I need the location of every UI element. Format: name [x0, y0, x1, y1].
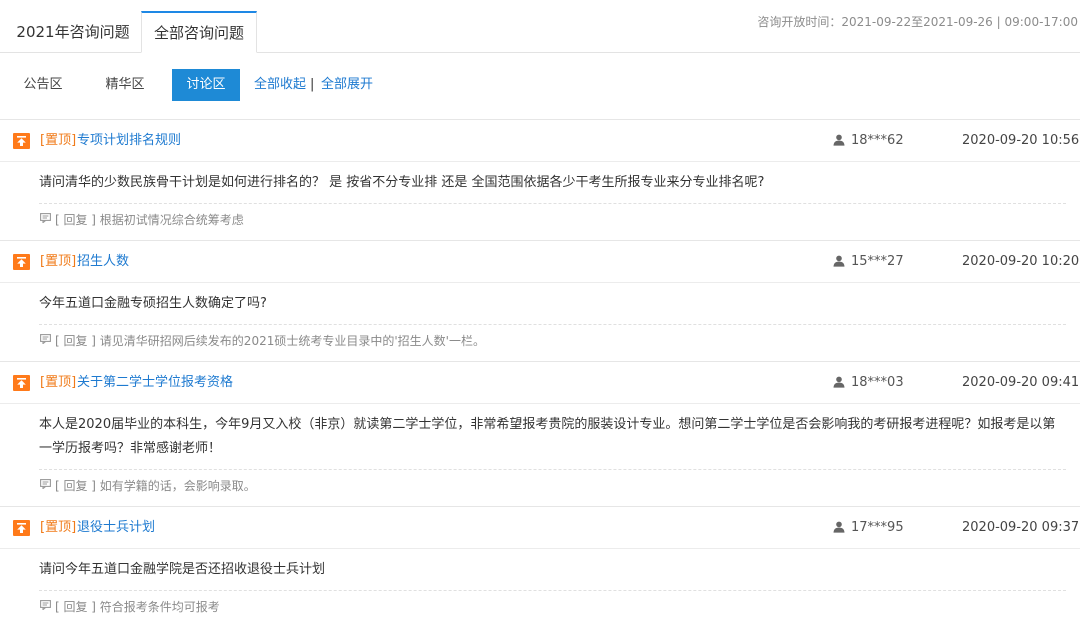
question-text: 请问清华的少数民族骨干计划是如何进行排名的？ 是 按省不分专业排 还是 全国范围…	[39, 162, 1066, 204]
reply-row: [ 回复 ] 请见清华研招网后续发布的2021硕士统考专业目录中的'招生人数'一…	[40, 325, 1080, 361]
pinned-tag: [置顶]	[40, 254, 77, 269]
question-list: [置顶] 专项计划排名规则 18***62 2020-09-20 10:56 请…	[0, 119, 1080, 627]
tab-all-questions[interactable]: 全部咨询问题	[141, 11, 257, 53]
user-icon	[833, 521, 845, 537]
question-title[interactable]: 招生人数	[77, 241, 129, 282]
action-separator: |	[310, 77, 315, 92]
reply-icon	[40, 203, 51, 235]
pinned-icon	[13, 133, 30, 149]
user-icon	[833, 134, 845, 150]
question-date: 2020-09-20 09:37	[962, 520, 1080, 535]
asker-name: 15***27	[851, 254, 904, 269]
reply-row: [ 回复 ] 如有学籍的话，会影响录取。	[40, 470, 1080, 506]
asker-name: 18***62	[851, 133, 904, 148]
reply-text: [ 回复 ] 如有学籍的话，会影响录取。	[55, 479, 256, 493]
tab-featured[interactable]: 精华区	[96, 69, 154, 101]
reply-text: [ 回复 ] 请见清华研招网后续发布的2021硕士统考专业目录中的'招生人数'一…	[55, 334, 485, 348]
consult-hours-notice: 咨询开放时间：2021-09-22至2021-09-26 | 09:00-17:…	[757, 15, 1078, 29]
question-text: 本人是2020届毕业的本科生，今年9月又入校（非京）就读第二学士学位，非常希望报…	[39, 404, 1066, 470]
user-icon	[833, 255, 845, 271]
question-date: 2020-09-20 09:41	[962, 375, 1080, 390]
question-item: [置顶] 招生人数 15***27 2020-09-20 10:20 今年五道口…	[0, 240, 1080, 361]
question-header[interactable]: [置顶] 退役士兵计划 17***95 2020-09-20 09:37	[0, 507, 1080, 549]
question-title[interactable]: 关于第二学士学位报考资格	[77, 362, 233, 403]
pinned-icon	[13, 254, 30, 270]
tab-discussion[interactable]: 讨论区	[172, 69, 240, 101]
question-text: 今年五道口金融专硕招生人数确定了吗?	[39, 283, 1066, 325]
reply-icon	[40, 469, 51, 501]
question-title[interactable]: 退役士兵计划	[77, 507, 155, 548]
reply-text: [ 回复 ] 根据初试情况综合统筹考虑	[55, 213, 244, 227]
reply-row: [ 回复 ] 根据初试情况综合统筹考虑	[40, 204, 1080, 240]
question-item: [置顶] 关于第二学士学位报考资格 18***03 2020-09-20 09:…	[0, 361, 1080, 506]
pinned-tag: [置顶]	[40, 520, 77, 535]
tab-2021-questions[interactable]: 2021年咨询问题	[8, 12, 138, 52]
reply-text: [ 回复 ] 符合报考条件均可报考	[55, 600, 220, 614]
question-date: 2020-09-20 10:20	[962, 254, 1080, 269]
expand-all-link[interactable]: 全部展开	[321, 69, 373, 101]
question-date: 2020-09-20 10:56	[962, 133, 1080, 148]
asker-name: 17***95	[851, 520, 904, 535]
pinned-icon	[13, 520, 30, 536]
question-item: [置顶] 专项计划排名规则 18***62 2020-09-20 10:56 请…	[0, 119, 1080, 240]
pinned-icon	[13, 375, 30, 391]
question-header[interactable]: [置顶] 专项计划排名规则 18***62 2020-09-20 10:56	[0, 120, 1080, 162]
reply-icon	[40, 324, 51, 356]
question-header[interactable]: [置顶] 关于第二学士学位报考资格 18***03 2020-09-20 09:…	[0, 362, 1080, 404]
pinned-tag: [置顶]	[40, 133, 77, 148]
question-title[interactable]: 专项计划排名规则	[77, 120, 181, 161]
collapse-all-link[interactable]: 全部收起	[254, 69, 306, 101]
question-text: 请问今年五道口金融学院是否还招收退役士兵计划	[39, 549, 1066, 591]
asker-name: 18***03	[851, 375, 904, 390]
section-tab-bar: 公告区 精华区 讨论区 全部收起 | 全部展开	[0, 69, 1080, 101]
user-icon	[833, 376, 845, 392]
reply-row: [ 回复 ] 符合报考条件均可报考	[40, 591, 1080, 627]
pinned-tag: [置顶]	[40, 375, 77, 390]
reply-icon	[40, 590, 51, 622]
top-tab-bar: 2021年咨询问题 全部咨询问题 咨询开放时间：2021-09-22至2021-…	[0, 0, 1080, 53]
question-header[interactable]: [置顶] 招生人数 15***27 2020-09-20 10:20	[0, 241, 1080, 283]
tab-announcements[interactable]: 公告区	[14, 69, 72, 101]
question-item: [置顶] 退役士兵计划 17***95 2020-09-20 09:37 请问今…	[0, 506, 1080, 627]
